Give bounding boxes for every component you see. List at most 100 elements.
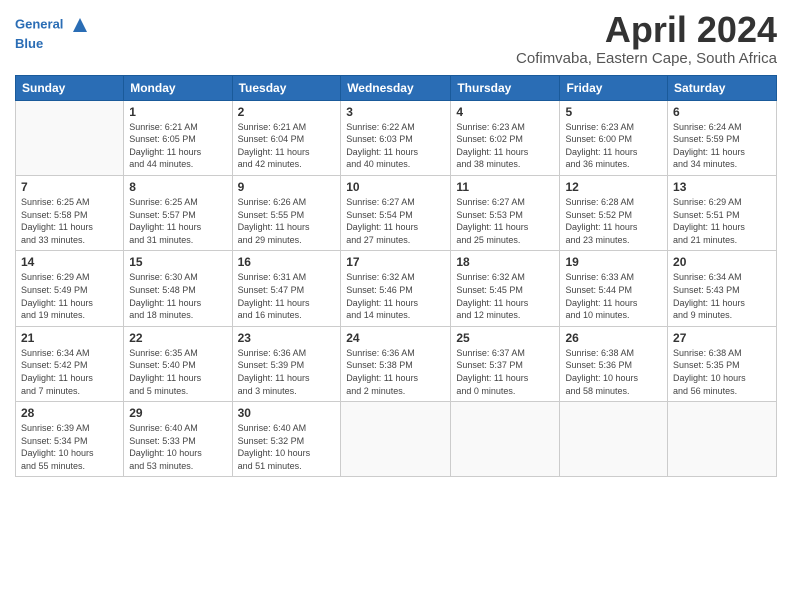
day-number: 19	[565, 255, 662, 269]
calendar-cell: 11 Sunrise: 6:27 AM Sunset: 5:53 PM Dayli…	[451, 175, 560, 250]
day-number: 29	[129, 406, 226, 420]
calendar-week-5: 28Sunrise: 6:39 AM Sunset: 5:34 PM Dayli…	[16, 402, 777, 477]
day-info: Sunrise: 6:29 AM Sunset: 5:49 PM Dayligh…	[21, 271, 118, 321]
calendar-week-3: 14 Sunrise: 6:29 AM Sunset: 5:49 PM Dayli…	[16, 251, 777, 326]
calendar-cell: 28Sunrise: 6:39 AM Sunset: 5:34 PM Dayli…	[16, 402, 124, 477]
day-number: 18	[456, 255, 554, 269]
col-sunday: Sunday	[16, 75, 124, 100]
calendar-cell: 16Sunrise: 6:31 AM Sunset: 5:47 PM Dayli…	[232, 251, 341, 326]
logo-text: General	[15, 14, 91, 36]
day-info: Sunrise: 6:29 AM Sunset: 5:51 PM Dayligh…	[673, 196, 771, 246]
day-number: 15	[129, 255, 226, 269]
day-info: Sunrise: 6:33 AM Sunset: 5:44 PM Dayligh…	[565, 271, 662, 321]
calendar-cell: 29 Sunrise: 6:40 AM Sunset: 5:33 PM Dayli…	[124, 402, 232, 477]
calendar-cell: 5 Sunrise: 6:23 AM Sunset: 6:00 PM Daylig…	[560, 100, 668, 175]
day-info: Sunrise: 6:27 AM Sunset: 5:54 PM Dayligh…	[346, 196, 445, 246]
day-number: 7	[21, 180, 118, 194]
calendar-table: Sunday Monday Tuesday Wednesday Thursday…	[15, 75, 777, 478]
day-info: Sunrise: 6:36 AM Sunset: 5:38 PM Dayligh…	[346, 347, 445, 397]
calendar-cell: 14 Sunrise: 6:29 AM Sunset: 5:49 PM Dayli…	[16, 251, 124, 326]
day-info: Sunrise: 6:38 AM Sunset: 5:35 PM Dayligh…	[673, 347, 771, 397]
day-number: 28	[21, 406, 118, 420]
day-number: 20	[673, 255, 771, 269]
calendar-cell: 4Sunrise: 6:23 AM Sunset: 6:02 PM Daylig…	[451, 100, 560, 175]
day-info: Sunrise: 6:34 AM Sunset: 5:42 PM Dayligh…	[21, 347, 118, 397]
day-info: Sunrise: 6:32 AM Sunset: 5:45 PM Dayligh…	[456, 271, 554, 321]
day-number: 3	[346, 105, 445, 119]
calendar-cell: 22 Sunrise: 6:35 AM Sunset: 5:40 PM Dayli…	[124, 326, 232, 401]
calendar-cell	[668, 402, 777, 477]
day-info: Sunrise: 6:32 AM Sunset: 5:46 PM Dayligh…	[346, 271, 445, 321]
day-info: Sunrise: 6:26 AM Sunset: 5:55 PM Dayligh…	[238, 196, 336, 246]
calendar-title: April 2024	[516, 10, 777, 50]
calendar-cell: 25 Sunrise: 6:37 AM Sunset: 5:37 PM Dayli…	[451, 326, 560, 401]
calendar-cell	[16, 100, 124, 175]
day-number: 8	[129, 180, 226, 194]
calendar-cell: 3 Sunrise: 6:22 AM Sunset: 6:03 PM Daylig…	[341, 100, 451, 175]
title-section: April 2024 Cofimvaba, Eastern Cape, Sout…	[516, 10, 777, 67]
day-info: Sunrise: 6:21 AM Sunset: 6:04 PM Dayligh…	[238, 121, 336, 171]
calendar-cell: 2 Sunrise: 6:21 AM Sunset: 6:04 PM Daylig…	[232, 100, 341, 175]
day-info: Sunrise: 6:40 AM Sunset: 5:33 PM Dayligh…	[129, 422, 226, 472]
calendar-cell: 21Sunrise: 6:34 AM Sunset: 5:42 PM Dayli…	[16, 326, 124, 401]
day-number: 1	[129, 105, 226, 119]
day-info: Sunrise: 6:40 AM Sunset: 5:32 PM Dayligh…	[238, 422, 336, 472]
day-number: 25	[456, 331, 554, 345]
day-info: Sunrise: 6:34 AM Sunset: 5:43 PM Dayligh…	[673, 271, 771, 321]
header: General Blue April 2024 Cofimvaba, Easte…	[15, 10, 777, 67]
day-info: Sunrise: 6:22 AM Sunset: 6:03 PM Dayligh…	[346, 121, 445, 171]
logo: General Blue	[15, 14, 91, 52]
day-info: Sunrise: 6:35 AM Sunset: 5:40 PM Dayligh…	[129, 347, 226, 397]
calendar-cell: 15 Sunrise: 6:30 AM Sunset: 5:48 PM Dayli…	[124, 251, 232, 326]
day-info: Sunrise: 6:28 AM Sunset: 5:52 PM Dayligh…	[565, 196, 662, 246]
calendar-cell: 23Sunrise: 6:36 AM Sunset: 5:39 PM Dayli…	[232, 326, 341, 401]
day-number: 11	[456, 180, 554, 194]
day-number: 22	[129, 331, 226, 345]
col-tuesday: Tuesday	[232, 75, 341, 100]
logo-blue: Blue	[15, 36, 91, 52]
day-number: 27	[673, 331, 771, 345]
day-number: 5	[565, 105, 662, 119]
day-info: Sunrise: 6:23 AM Sunset: 6:00 PM Dayligh…	[565, 121, 662, 171]
calendar-cell	[451, 402, 560, 477]
col-wednesday: Wednesday	[341, 75, 451, 100]
calendar-cell: 13 Sunrise: 6:29 AM Sunset: 5:51 PM Dayli…	[668, 175, 777, 250]
calendar-week-2: 7Sunrise: 6:25 AM Sunset: 5:58 PM Daylig…	[16, 175, 777, 250]
day-info: Sunrise: 6:23 AM Sunset: 6:02 PM Dayligh…	[456, 121, 554, 171]
day-info: Sunrise: 6:24 AM Sunset: 5:59 PM Dayligh…	[673, 121, 771, 171]
calendar-header: Sunday Monday Tuesday Wednesday Thursday…	[16, 75, 777, 100]
calendar-subtitle: Cofimvaba, Eastern Cape, South Africa	[516, 50, 777, 67]
calendar-cell: 26Sunrise: 6:38 AM Sunset: 5:36 PM Dayli…	[560, 326, 668, 401]
logo-icon	[69, 14, 91, 36]
calendar-cell: 1 Sunrise: 6:21 AM Sunset: 6:05 PM Daylig…	[124, 100, 232, 175]
calendar-body: 1 Sunrise: 6:21 AM Sunset: 6:05 PM Daylig…	[16, 100, 777, 477]
calendar-cell: 24Sunrise: 6:36 AM Sunset: 5:38 PM Dayli…	[341, 326, 451, 401]
calendar-cell: 8Sunrise: 6:25 AM Sunset: 5:57 PM Daylig…	[124, 175, 232, 250]
day-number: 2	[238, 105, 336, 119]
calendar-cell: 12 Sunrise: 6:28 AM Sunset: 5:52 PM Dayli…	[560, 175, 668, 250]
col-monday: Monday	[124, 75, 232, 100]
col-friday: Friday	[560, 75, 668, 100]
page: General Blue April 2024 Cofimvaba, Easte…	[0, 0, 792, 612]
calendar-cell: 19 Sunrise: 6:33 AM Sunset: 5:44 PM Dayli…	[560, 251, 668, 326]
col-thursday: Thursday	[451, 75, 560, 100]
day-number: 9	[238, 180, 336, 194]
header-row: Sunday Monday Tuesday Wednesday Thursday…	[16, 75, 777, 100]
day-number: 12	[565, 180, 662, 194]
day-number: 26	[565, 331, 662, 345]
day-info: Sunrise: 6:27 AM Sunset: 5:53 PM Dayligh…	[456, 196, 554, 246]
col-saturday: Saturday	[668, 75, 777, 100]
calendar-week-1: 1 Sunrise: 6:21 AM Sunset: 6:05 PM Daylig…	[16, 100, 777, 175]
calendar-cell: 6 Sunrise: 6:24 AM Sunset: 5:59 PM Daylig…	[668, 100, 777, 175]
day-number: 10	[346, 180, 445, 194]
logo-general: General	[15, 16, 63, 31]
day-number: 14	[21, 255, 118, 269]
day-number: 6	[673, 105, 771, 119]
day-info: Sunrise: 6:37 AM Sunset: 5:37 PM Dayligh…	[456, 347, 554, 397]
day-info: Sunrise: 6:30 AM Sunset: 5:48 PM Dayligh…	[129, 271, 226, 321]
day-number: 13	[673, 180, 771, 194]
calendar-cell: 18 Sunrise: 6:32 AM Sunset: 5:45 PM Dayli…	[451, 251, 560, 326]
calendar-week-4: 21Sunrise: 6:34 AM Sunset: 5:42 PM Dayli…	[16, 326, 777, 401]
day-info: Sunrise: 6:21 AM Sunset: 6:05 PM Dayligh…	[129, 121, 226, 171]
calendar-cell: 20 Sunrise: 6:34 AM Sunset: 5:43 PM Dayli…	[668, 251, 777, 326]
